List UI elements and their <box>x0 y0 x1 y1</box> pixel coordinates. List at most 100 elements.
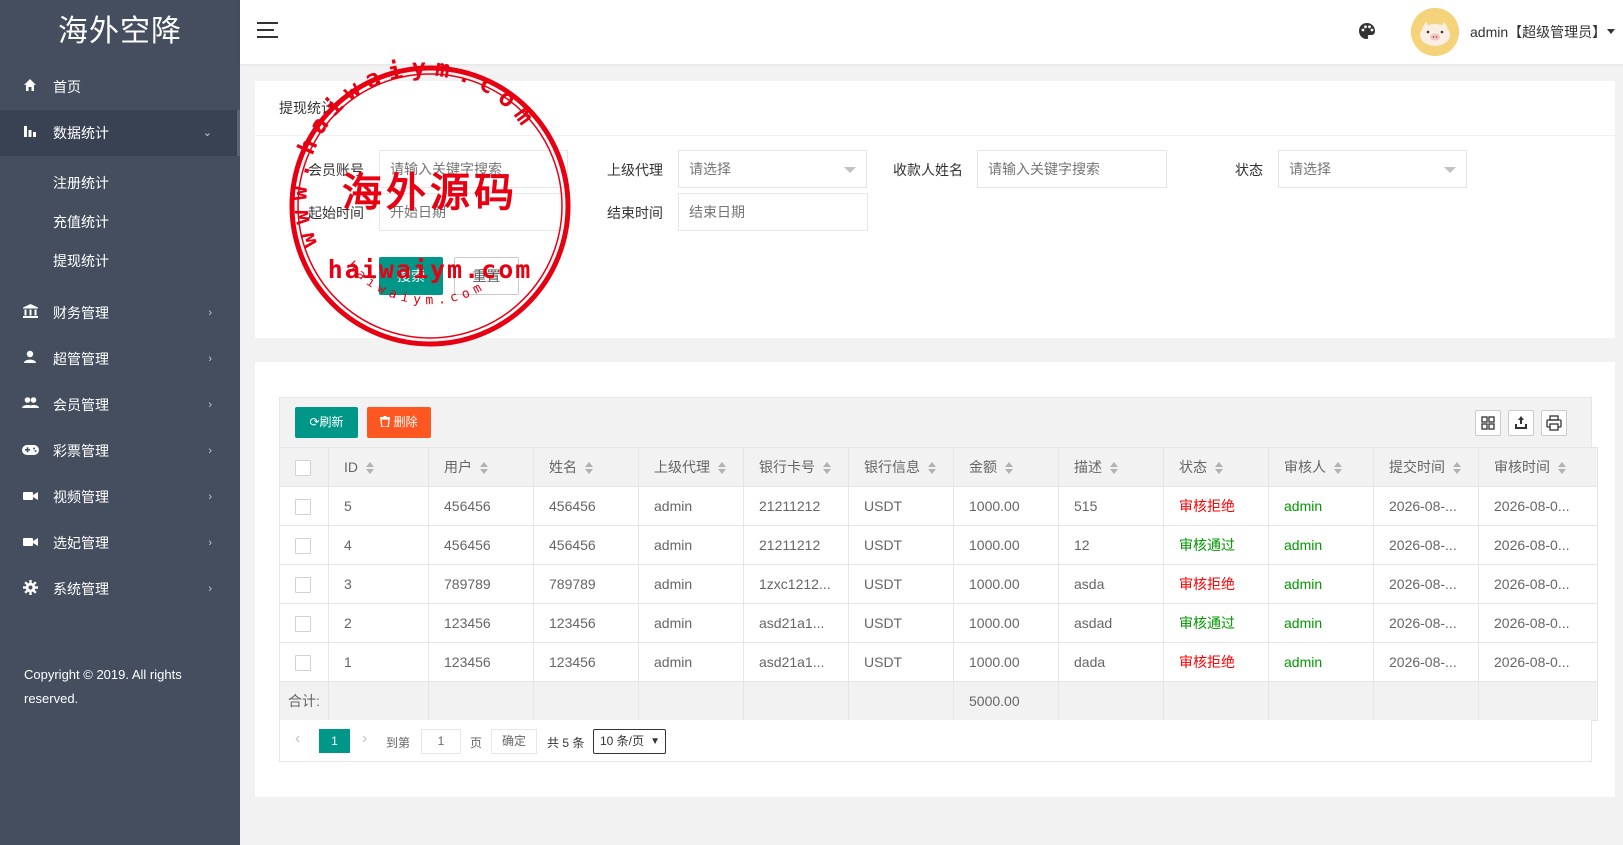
column-header-name[interactable]: 姓名 <box>533 447 639 487</box>
sidebar-subitem-recharge-stats[interactable]: 充值统计 <box>0 203 240 242</box>
row-checkbox-cell[interactable] <box>279 486 329 526</box>
agent-select[interactable]: 请选择 <box>678 150 867 188</box>
menu-toggle-icon[interactable] <box>257 22 278 40</box>
sidebar-item-data-stats[interactable]: 数据统计 ⌄ <box>0 110 240 156</box>
row-checkbox-cell[interactable] <box>279 564 329 604</box>
sidebar-item-videos[interactable]: 视频管理 › <box>0 474 240 520</box>
select-all-checkbox[interactable] <box>295 459 311 476</box>
delete-button[interactable]: 删除 <box>367 407 431 438</box>
sidebar-item-finance[interactable]: 财务管理 › <box>0 290 240 336</box>
chevron-right-icon: › <box>208 583 212 595</box>
cell-audit-time: 2026-08-0... <box>1478 564 1598 604</box>
sidebar-item-members[interactable]: 会员管理 › <box>0 382 240 428</box>
row-checkbox-cell[interactable] <box>279 525 329 565</box>
sort-icon[interactable] <box>823 462 831 475</box>
goto-confirm-button[interactable]: 确定 <box>491 729 537 754</box>
column-header-amount[interactable]: 金额 <box>953 447 1059 487</box>
print-icon[interactable] <box>1541 410 1567 436</box>
pagination: ‹ 1 › 到第 1 页 确定 共 5 条 10 条/页 ▼ <box>279 720 1592 762</box>
row-checkbox-cell[interactable] <box>279 603 329 643</box>
row-checkbox[interactable] <box>295 654 311 671</box>
member-account-input[interactable]: 请输入关键字搜索 <box>379 150 568 188</box>
prev-page-icon[interactable]: ‹ <box>295 730 300 748</box>
cell-id: 4 <box>328 525 429 565</box>
cell-status: 审核拒绝 <box>1163 486 1269 526</box>
end-date-input[interactable]: 结束日期 <box>678 193 868 231</box>
sidebar-item-system[interactable]: 系统管理 › <box>0 566 240 612</box>
column-header-auditor[interactable]: 审核人 <box>1268 447 1374 487</box>
cell-status: 审核拒绝 <box>1163 564 1269 604</box>
cell-agent: admin <box>638 642 744 682</box>
column-header-user[interactable]: 用户 <box>428 447 534 487</box>
refresh-button[interactable]: ⟳刷新 <box>295 407 358 438</box>
row-checkbox-cell[interactable] <box>279 642 329 682</box>
sort-icon[interactable] <box>1558 462 1566 475</box>
cell-auditor: admin <box>1268 525 1374 565</box>
table-row[interactable]: 1 123456 123456 admin asd21a1... USDT 1000.00 d… <box>279 642 1598 682</box>
sidebar-subitem-register-stats[interactable]: 注册统计 <box>0 164 240 203</box>
sort-icon[interactable] <box>1005 462 1013 475</box>
cell-name: 789789 <box>533 564 639 604</box>
sort-icon[interactable] <box>1110 462 1118 475</box>
sort-icon[interactable] <box>1453 462 1461 475</box>
column-header-label: 银行卡号 <box>759 459 815 475</box>
table-row[interactable]: 2 123456 123456 admin asd21a1... USDT 1000.00 a… <box>279 603 1598 643</box>
start-date-input[interactable]: 开始日期 <box>379 193 568 231</box>
row-checkbox[interactable] <box>295 615 311 632</box>
page-1-button[interactable]: 1 <box>319 729 350 753</box>
cell-auditor: admin <box>1268 642 1374 682</box>
export-icon[interactable] <box>1508 410 1534 436</box>
sort-icon[interactable] <box>366 462 374 475</box>
sidebar-item-super-admin[interactable]: 超管管理 › <box>0 336 240 382</box>
sort-icon[interactable] <box>928 462 936 475</box>
cell-amount: 1000.00 <box>953 564 1059 604</box>
search-button[interactable]: 搜索 <box>379 257 443 295</box>
sidebar-item-selection[interactable]: 选妃管理 › <box>0 520 240 566</box>
table-row[interactable]: 5 456456 456456 admin 21211212 USDT 1000.00 515… <box>279 486 1598 526</box>
cell-name: 123456 <box>533 603 639 643</box>
sort-icon[interactable] <box>1334 462 1342 475</box>
column-header-audit-time[interactable]: 审核时间 <box>1478 447 1598 487</box>
reset-button[interactable]: 重置 <box>454 257 519 295</box>
table-row[interactable]: 4 456456 456456 admin 21211212 USDT 1000.00 12 审… <box>279 525 1598 565</box>
sort-icon[interactable] <box>480 462 488 475</box>
sidebar-subitem-withdraw-stats[interactable]: 提现统计 <box>0 242 240 281</box>
sort-icon[interactable] <box>718 462 726 475</box>
avatar[interactable] <box>1411 8 1459 56</box>
payee-name-input[interactable]: 请输入关键字搜索 <box>977 150 1167 188</box>
column-header-agent[interactable]: 上级代理 <box>638 447 744 487</box>
status-select[interactable]: 请选择 <box>1278 150 1467 188</box>
column-header-desc[interactable]: 描述 <box>1058 447 1164 487</box>
goto-label: 到第 <box>386 736 411 750</box>
cell-bank: USDT <box>848 486 954 526</box>
sort-icon[interactable] <box>1215 462 1223 475</box>
select-all-checkbox-cell[interactable] <box>279 447 329 487</box>
column-header-status[interactable]: 状态 <box>1163 447 1269 487</box>
row-checkbox[interactable] <box>295 576 311 593</box>
cell-amount: 1000.00 <box>953 525 1059 565</box>
cell-agent: admin <box>638 486 744 526</box>
row-checkbox[interactable] <box>295 498 311 515</box>
column-header-id[interactable]: ID <box>328 447 429 487</box>
sidebar-item-home[interactable]: 首页 <box>0 64 240 110</box>
sidebar-item-lottery[interactable]: 彩票管理 › <box>0 428 240 474</box>
goto-page-input[interactable]: 1 <box>421 729 461 754</box>
next-page-icon[interactable]: › <box>362 730 367 748</box>
column-header-submit-time[interactable]: 提交时间 <box>1373 447 1479 487</box>
column-header-label: 上级代理 <box>654 459 710 475</box>
caret-down-icon[interactable] <box>1607 29 1615 34</box>
cell-agent: admin <box>638 603 744 643</box>
user-menu[interactable]: admin【超级管理员】 <box>1470 22 1606 42</box>
row-checkbox[interactable] <box>295 537 311 554</box>
cell-audit-time: 2026-08-0... <box>1478 642 1598 682</box>
refresh-icon: ⟳ <box>309 415 320 429</box>
column-header-label: 审核人 <box>1284 459 1326 475</box>
column-header-bank[interactable]: 银行信息 <box>848 447 954 487</box>
table-row[interactable]: 3 789789 789789 admin 1zxc1212... USDT 1000.00… <box>279 564 1598 604</box>
columns-filter-icon[interactable] <box>1475 410 1501 436</box>
sort-icon[interactable] <box>585 462 593 475</box>
page-size-select[interactable]: 10 条/页 ▼ <box>593 729 666 754</box>
column-header-card[interactable]: 银行卡号 <box>743 447 849 487</box>
palette-icon[interactable] <box>1357 21 1377 41</box>
home-icon <box>21 64 39 110</box>
